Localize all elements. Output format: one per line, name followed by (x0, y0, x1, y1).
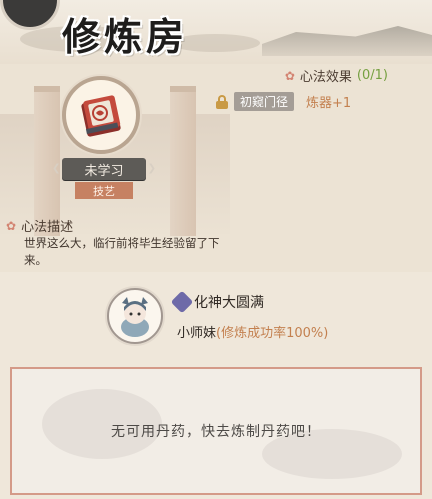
pillar-decoration (170, 86, 196, 236)
effect-label: 心法效果 (299, 70, 352, 85)
learn-status-plate: ❮ 未学习 ❯ (52, 158, 156, 180)
effect-header: ✿ 心法效果 (0/1) (285, 66, 388, 85)
character-name-line: 小师妹(修炼成功率100%) (177, 322, 328, 341)
character-name: 小师妹 (177, 326, 217, 341)
description-header: ✿ 心法描述 (6, 216, 74, 236)
roof-decoration (262, 26, 432, 56)
title-banner: 修炼房 (0, 0, 432, 64)
lock-icon (216, 94, 228, 109)
category-tag: 技艺 (75, 182, 133, 199)
page-title: 修炼房 (62, 14, 189, 59)
left-arrow-icon: ❮ (52, 163, 61, 174)
book-icon (81, 95, 121, 137)
flower-icon: ✿ (284, 68, 295, 83)
learn-status-label: 未学习 (84, 163, 124, 179)
character-portrait-icon (121, 297, 149, 337)
effect-bonus: 炼器+1 (306, 96, 352, 111)
flower-icon: ✿ (6, 218, 17, 233)
description-text: 世界这么大，临行前将毕生经验留了下来。 (24, 236, 220, 267)
description-label: 心法描述 (21, 220, 74, 235)
realm-name: 化神大圆满 (194, 295, 264, 311)
back-button[interactable] (0, 0, 60, 30)
pill-slot-panel: 无可用丹药，快去炼制丹药吧！ (10, 367, 422, 495)
effect-count: (0/1) (356, 68, 388, 83)
character-section: 化神大圆满 小师妹(修炼成功率100%) (0, 272, 432, 360)
effect-row: 初窥门径 炼器+1 (216, 92, 351, 111)
empty-pills-message: 无可用丹药，快去炼制丹药吧！ (111, 424, 321, 440)
pillar-decoration (34, 86, 60, 236)
effect-tier-badge: 初窥门径 (234, 92, 295, 111)
character-avatar[interactable] (107, 288, 163, 344)
skill-book-icon[interactable] (62, 76, 140, 154)
realm-icon (170, 290, 194, 314)
right-arrow-icon: ❯ (147, 163, 156, 174)
success-rate: (修炼成功率100%) (216, 326, 329, 341)
